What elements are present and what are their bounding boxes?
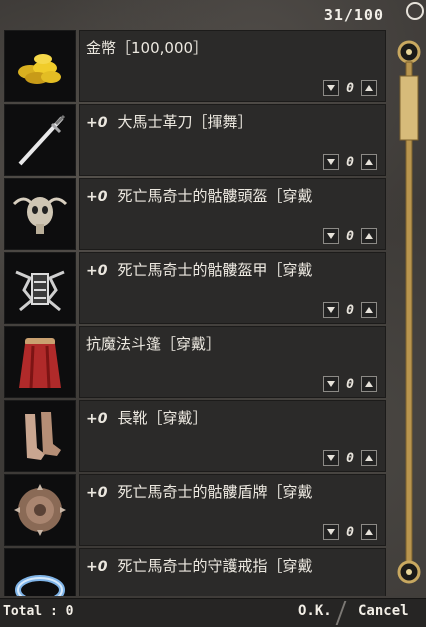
item-name: 抗魔法斗篷［穿戴］ <box>86 335 222 353</box>
increase-button[interactable] <box>361 228 377 244</box>
increase-button[interactable] <box>361 80 377 96</box>
item-name: 死亡馬奇士的骷髏盔甲［穿戴 <box>117 261 313 279</box>
item-name: 大馬士革刀［揮舞］ <box>117 113 253 131</box>
item-name: 金幣［100,000］ <box>86 39 209 57</box>
item-name: 長靴［穿戴］ <box>117 409 208 427</box>
decrease-button[interactable] <box>323 302 339 318</box>
close-ring-icon[interactable] <box>406 2 424 20</box>
list-item[interactable]: +0 長靴［穿戴］ 0 <box>4 400 386 472</box>
decrease-button[interactable] <box>323 80 339 96</box>
item-name: 死亡馬奇士的骷髏盾牌［穿戴 <box>117 483 313 501</box>
damascus-sword-icon <box>4 104 76 176</box>
list-item[interactable]: +0 死亡馬奇士的骷髏盔甲［穿戴 0 <box>4 252 386 324</box>
enhance-level: +0 <box>86 115 108 131</box>
enhance-level: +0 <box>86 189 108 205</box>
increase-button[interactable] <box>361 376 377 392</box>
decrease-button[interactable] <box>323 228 339 244</box>
total-label: Total <box>3 604 43 619</box>
scroll-thumb <box>399 75 419 141</box>
increase-button[interactable] <box>361 302 377 318</box>
list-item[interactable]: +0 大馬士革刀［揮舞］ 0 <box>4 104 386 176</box>
item-list: 金幣［100,000］ 0 +0 大馬士革刀［揮舞］ 0 +0 死亡馬奇士的骷髏… <box>4 30 386 596</box>
decrease-button[interactable] <box>323 154 339 170</box>
skull-helmet-icon <box>4 178 76 250</box>
decrease-button[interactable] <box>323 524 339 540</box>
decrease-button[interactable] <box>323 450 339 466</box>
item-name: 死亡馬奇士的守護戒指［穿戴 <box>117 557 313 575</box>
skull-armor-icon <box>4 252 76 324</box>
quantity-value[interactable]: 0 <box>344 377 356 392</box>
ok-button[interactable]: O.K. <box>298 603 332 619</box>
enhance-level: +0 <box>86 411 108 427</box>
list-item[interactable]: +0 死亡馬奇士的骷髏頭盔［穿戴 0 <box>4 178 386 250</box>
footer-bar: Total : 0 O.K. Cancel <box>0 598 426 627</box>
gold-coins-icon <box>4 30 76 102</box>
list-item[interactable]: +0死亡馬奇士的守護戒指［穿戴 0 <box>4 548 386 596</box>
total-value: : 0 <box>50 604 74 619</box>
red-cloak-icon <box>4 326 76 398</box>
divider <box>335 601 347 625</box>
item-count: 31/100 <box>323 6 384 24</box>
list-item[interactable]: +0 死亡馬奇士的骷髏盾牌［穿戴 0 <box>4 474 386 546</box>
enhance-level: +0 <box>86 263 108 279</box>
quantity-value[interactable]: 0 <box>344 451 356 466</box>
quantity-value[interactable]: 0 <box>344 229 356 244</box>
boots-icon <box>4 400 76 472</box>
enhance-level: +0 <box>86 485 108 501</box>
quantity-value[interactable]: 0 <box>344 303 356 318</box>
increase-button[interactable] <box>361 524 377 540</box>
quantity-value[interactable]: 0 <box>344 81 356 96</box>
ring-icon <box>4 548 76 596</box>
decrease-button[interactable] <box>323 376 339 392</box>
list-item[interactable]: 抗魔法斗篷［穿戴］ 0 <box>4 326 386 398</box>
cancel-button[interactable]: Cancel <box>358 603 409 619</box>
list-item[interactable]: 金幣［100,000］ 0 <box>4 30 386 102</box>
enhance-level: +0 <box>86 559 108 575</box>
skull-shield-icon <box>4 474 76 546</box>
quantity-value[interactable]: 0 <box>344 155 356 170</box>
scrollbar[interactable] <box>396 40 422 586</box>
increase-button[interactable] <box>361 154 377 170</box>
quantity-value[interactable]: 0 <box>344 525 356 540</box>
item-name: 死亡馬奇士的骷髏頭盔［穿戴 <box>117 187 313 205</box>
increase-button[interactable] <box>361 450 377 466</box>
